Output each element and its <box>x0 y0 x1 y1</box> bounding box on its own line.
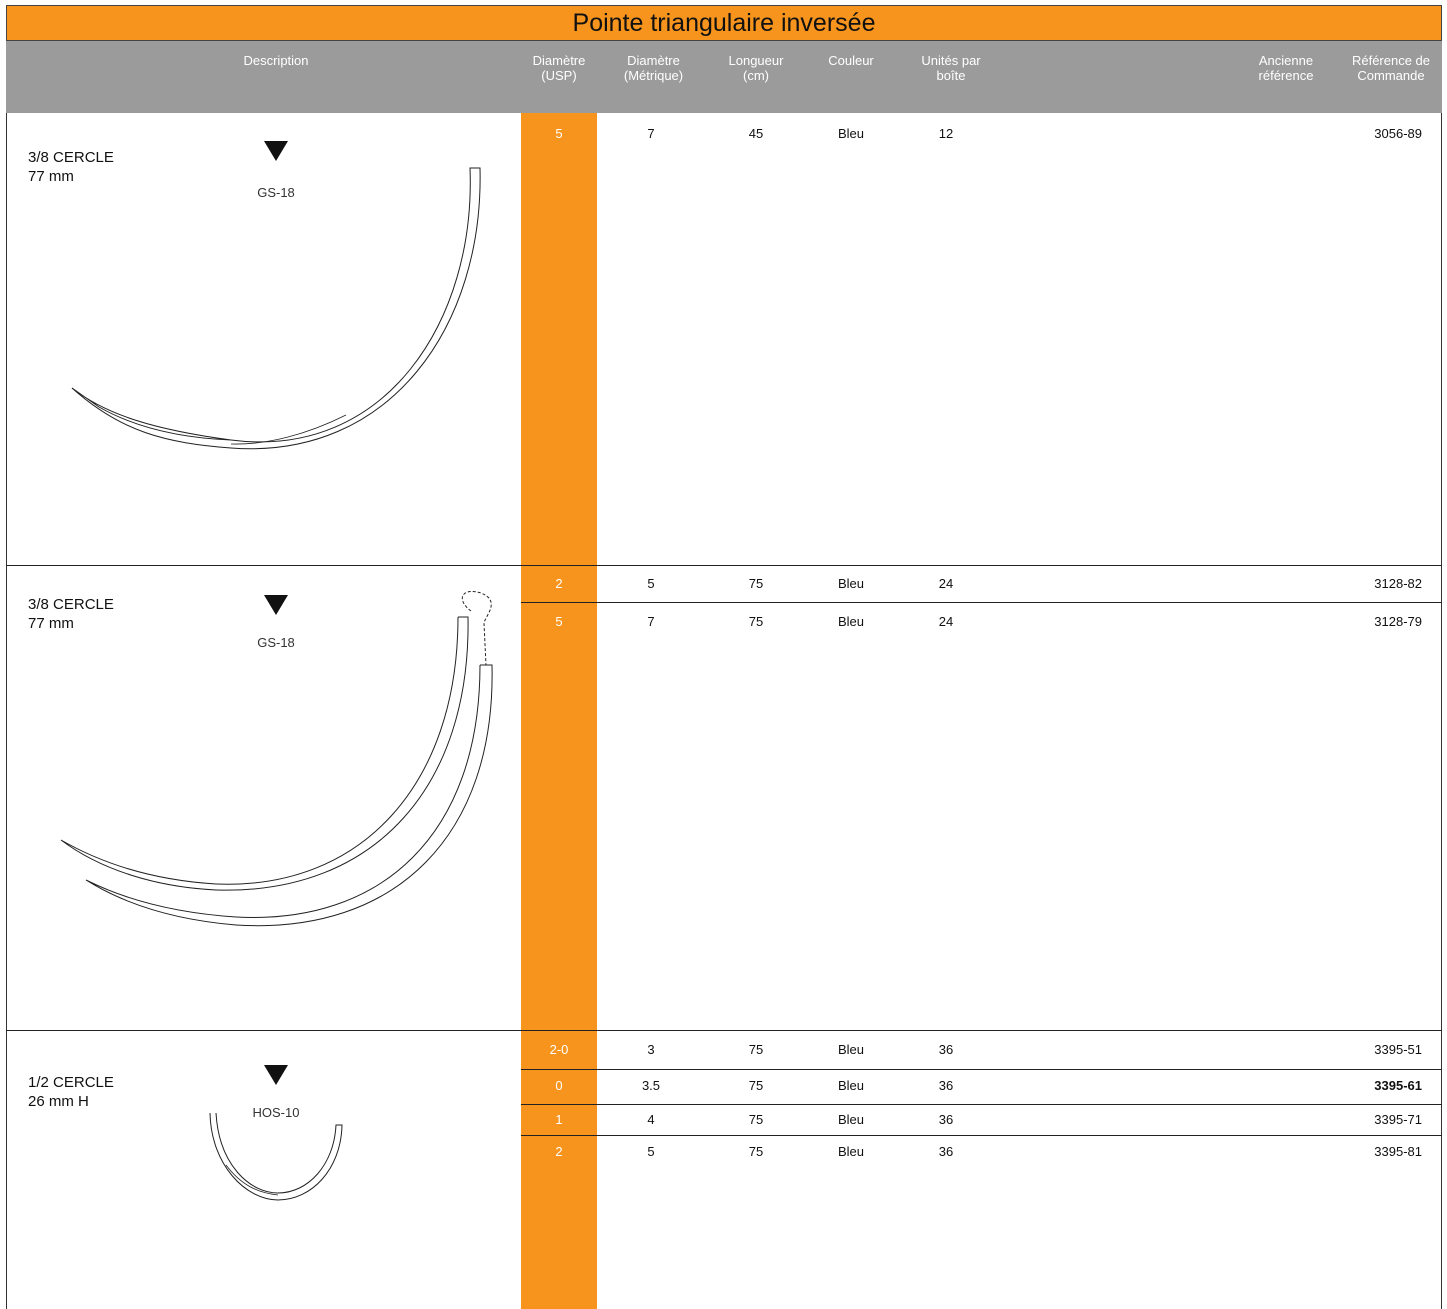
header-order-ref: Référence de Commande <box>1341 53 1441 83</box>
cell-length: 75 <box>748 1042 764 1057</box>
header-units-line1: Unités par <box>921 53 981 68</box>
section-divider <box>6 1030 1442 1031</box>
header-order-ref-line1: Référence de <box>1351 53 1431 68</box>
cell-length: 75 <box>748 576 764 591</box>
header-length: Longueur (cm) <box>716 53 796 83</box>
header-length-line1: Longueur <box>728 53 784 68</box>
header-metric: Diamètre (Métrique) <box>606 53 701 83</box>
header-old-ref-line1: Ancienne <box>1258 53 1314 68</box>
header-description-label: Description <box>243 53 309 68</box>
cell-length: 75 <box>748 1144 764 1159</box>
cell-usp: 2 <box>555 576 563 591</box>
usp-column-band <box>521 113 597 1309</box>
cell-usp: 5 <box>555 126 563 141</box>
header-usp: Diamètre (USP) <box>513 53 605 83</box>
header-metric-line2: (Métrique) <box>623 68 684 83</box>
cell-color: Bleu <box>837 1078 865 1093</box>
header-old-ref: Ancienne référence <box>1241 53 1331 83</box>
cell-order-ref: 3128-79 <box>1374 614 1422 629</box>
header-usp-line2: (USP) <box>541 68 577 83</box>
reverse-cutting-triangle-icon <box>264 141 288 161</box>
cell-units: 36 <box>938 1078 954 1093</box>
cell-length: 75 <box>748 1112 764 1127</box>
header-old-ref-line2: référence <box>1258 68 1314 83</box>
cell-length: 75 <box>748 614 764 629</box>
cell-units: 36 <box>938 1042 954 1057</box>
cell-order-ref: 3395-71 <box>1374 1112 1422 1127</box>
row-divider <box>521 602 1442 603</box>
cell-units: 24 <box>938 576 954 591</box>
cell-metric: 3.5 <box>641 1078 661 1093</box>
cell-color: Bleu <box>837 126 865 141</box>
header-metric-line1: Diamètre <box>627 53 680 68</box>
cell-color: Bleu <box>837 576 865 591</box>
cell-units: 12 <box>938 126 954 141</box>
reverse-cutting-triangle-icon <box>264 1065 288 1085</box>
table-title: Pointe triangulaire inversée <box>6 5 1442 41</box>
cell-usp: 2-0 <box>549 1042 569 1057</box>
cell-metric: 4 <box>647 1112 655 1127</box>
cell-usp: 2 <box>555 1144 563 1159</box>
cell-units: 36 <box>938 1112 954 1127</box>
table-right-border <box>1441 113 1442 1309</box>
cell-metric: 7 <box>647 126 655 141</box>
row-divider <box>521 1069 1442 1070</box>
row-divider <box>521 1135 1442 1136</box>
column-header-row: Description Diamètre (USP) Diamètre (Mét… <box>6 41 1442 113</box>
needle-shape: 1/2 CERCLE <box>28 1074 114 1091</box>
cell-order-ref: 3395-61 <box>1374 1078 1422 1093</box>
needle-drawing-3-8-circle-double <box>60 591 493 927</box>
cell-order-ref: 3128-82 <box>1374 576 1422 591</box>
cell-usp: 1 <box>555 1112 563 1127</box>
needle-drawing-1-2-circle <box>209 1112 343 1201</box>
cell-color: Bleu <box>837 1144 865 1159</box>
cell-color: Bleu <box>837 1112 865 1127</box>
header-length-line2: (cm) <box>743 68 769 83</box>
product-table: Pointe triangulaire inversée Description… <box>6 5 1442 1309</box>
cell-usp: 0 <box>555 1078 563 1093</box>
table-title-text: Pointe triangulaire inversée <box>572 8 876 37</box>
header-usp-line1: Diamètre <box>532 53 586 68</box>
cell-color: Bleu <box>837 614 865 629</box>
cell-order-ref: 3056-89 <box>1374 126 1422 141</box>
cell-order-ref: 3395-51 <box>1374 1042 1422 1057</box>
cell-usp: 5 <box>555 614 563 629</box>
cell-metric: 7 <box>647 614 655 629</box>
section-divider <box>6 565 1442 566</box>
cell-length: 45 <box>748 126 764 141</box>
cell-order-ref: 3395-81 <box>1374 1144 1422 1159</box>
cell-metric: 5 <box>647 1144 655 1159</box>
header-color-label: Couleur <box>828 53 874 68</box>
cell-length: 75 <box>748 1078 764 1093</box>
header-order-ref-line2: Commande <box>1357 68 1425 83</box>
cell-units: 24 <box>938 614 954 629</box>
cell-color: Bleu <box>837 1042 865 1057</box>
row-divider <box>521 1104 1442 1105</box>
header-description: Description <box>216 53 336 68</box>
header-color: Couleur <box>811 53 891 68</box>
cell-metric: 3 <box>647 1042 655 1057</box>
cell-units: 36 <box>938 1144 954 1159</box>
cell-metric: 5 <box>647 576 655 591</box>
header-units: Unités par boîte <box>906 53 996 83</box>
header-units-line2: boîte <box>936 68 966 83</box>
needle-drawing-3-8-circle <box>71 167 481 450</box>
